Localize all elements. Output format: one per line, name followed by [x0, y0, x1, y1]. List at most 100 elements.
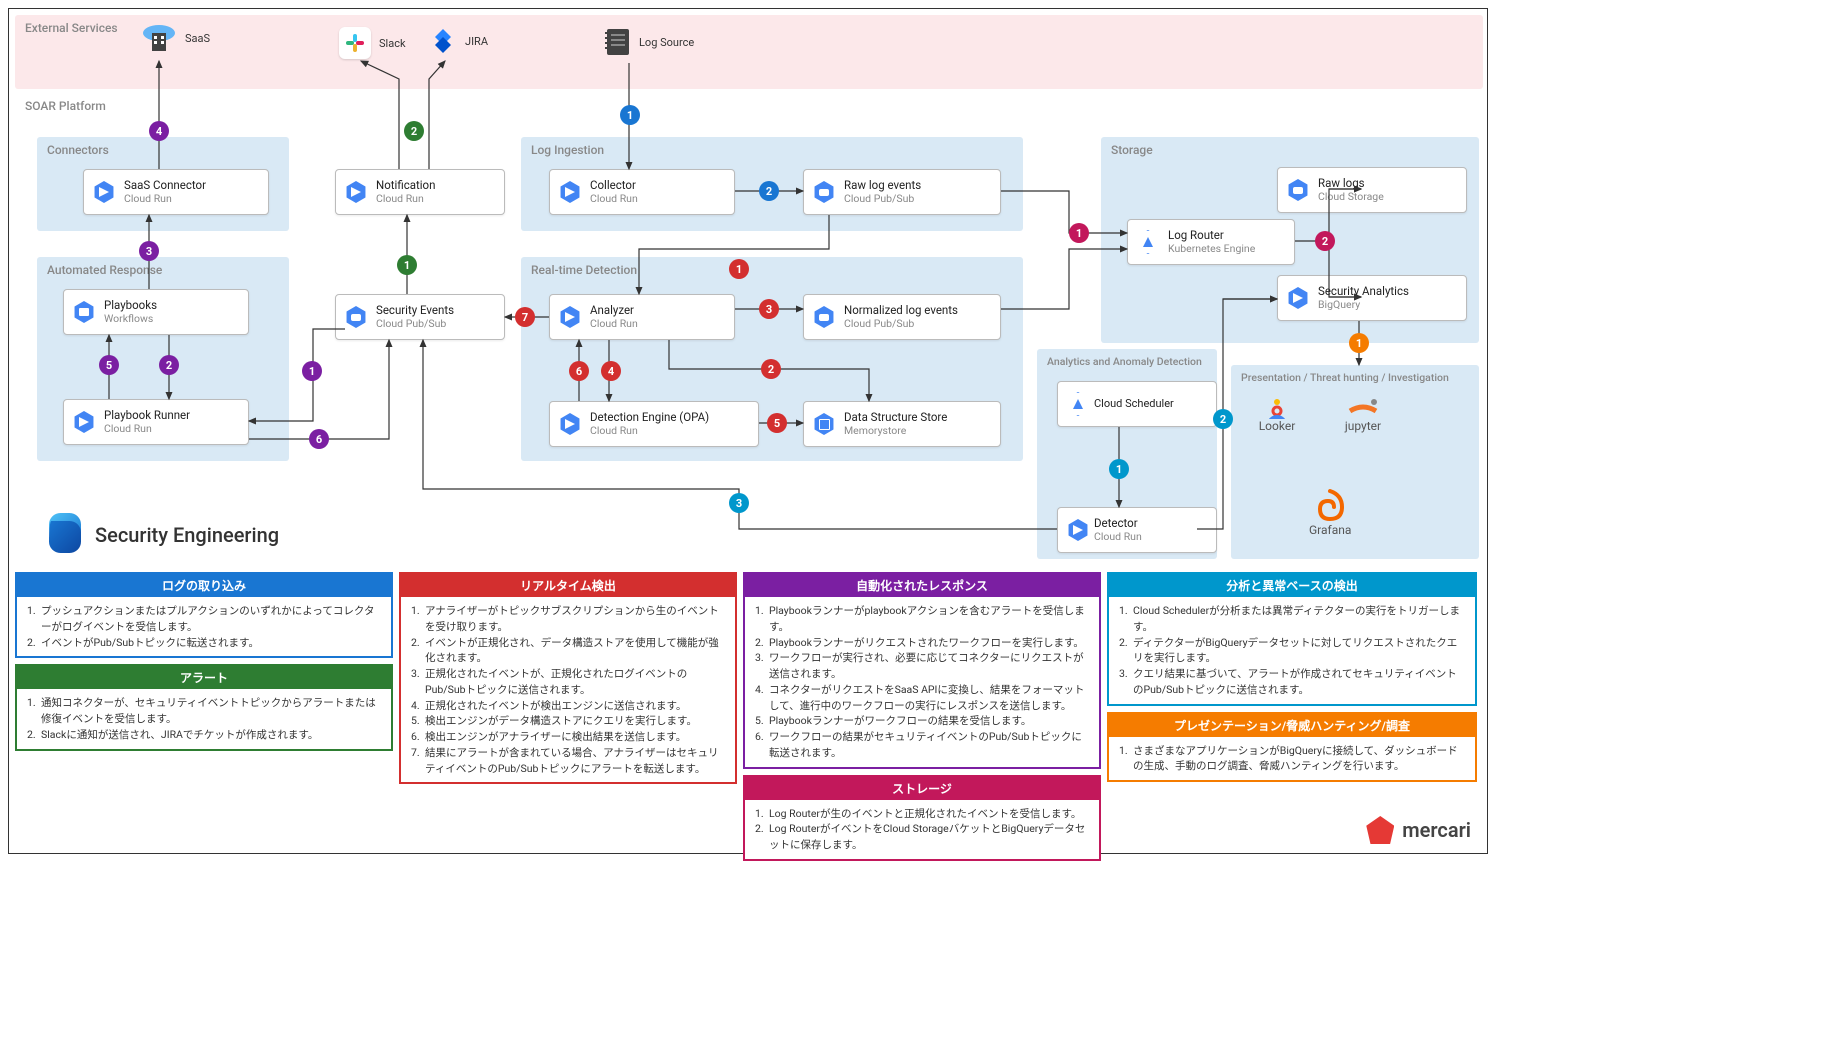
node-subtitle: Kubernetes Engine — [1168, 243, 1284, 256]
badge: 2 — [1213, 409, 1233, 429]
node-subtitle: Cloud Run — [590, 193, 724, 206]
node-subtitle: BigQuery — [1318, 299, 1456, 312]
cloud-run-icon — [559, 306, 581, 328]
presentation-apps-row1: Looker jupyter — [1249, 397, 1391, 433]
legend-item: Log RouterがイベントをCloud StorageバケットとBigQue… — [755, 821, 1089, 853]
badge: 5 — [767, 413, 787, 433]
badge: 2 — [761, 359, 781, 379]
legend-title: ストレージ — [745, 777, 1099, 800]
legend-item: イベントが正規化され、データ構造ストアを使用して機能が強化されます。 — [411, 635, 725, 667]
node-logrouter: Log Router Kubernetes Engine — [1127, 219, 1295, 265]
badge: 4 — [149, 121, 169, 141]
node-analyzer: Analyzer Cloud Run — [549, 294, 735, 340]
legend-title: アラート — [17, 666, 391, 689]
zone-label: Storage — [1111, 143, 1153, 157]
legend-item: コネクターがリクエストをSaaS APIに変換し、結果をフォーマットして、進行中… — [755, 682, 1089, 714]
badge: 7 — [515, 307, 535, 327]
zone-label: External Services — [25, 21, 118, 35]
node-title: SaaS Connector — [124, 179, 258, 193]
badge: 2 — [759, 181, 779, 201]
legend-title: リアルタイム検出 — [401, 574, 735, 597]
badge: 1 — [1069, 223, 1089, 243]
node-subtitle: Memorystore — [844, 425, 990, 438]
badge: 1 — [397, 255, 417, 275]
legend-box: アラート通知コネクターが、セキュリティイベントトピックからアラートまたは修復イベ… — [15, 664, 393, 750]
legend-item: イベントがPub/Subトピックに転送されます。 — [27, 635, 381, 651]
pubsub-icon — [813, 181, 835, 203]
badge: 3 — [139, 241, 159, 261]
node-saas-connector: SaaS Connector Cloud Run — [83, 169, 269, 215]
pubsub-icon — [813, 306, 835, 328]
ext-label: Log Source — [639, 36, 694, 49]
node-subtitle: Cloud Pub/Sub — [844, 318, 990, 331]
workflows-icon — [73, 301, 95, 323]
node-subtitle: Cloud Run — [590, 318, 724, 331]
legend-item: クエリ結果に基づいて、アラートが作成されてセキュリティイベントのPub/Subト… — [1119, 666, 1465, 698]
node-rawlogs: Raw logs Cloud Storage — [1277, 167, 1467, 213]
legend-item: Playbookランナーがワークフローの結果を受信します。 — [755, 713, 1089, 729]
node-bigquery: Security Analytics BigQuery — [1277, 275, 1467, 321]
branding-title: Security Engineering — [95, 523, 279, 547]
zone-label: Real-time Detection — [531, 263, 637, 277]
badge: 3 — [729, 493, 749, 513]
node-title: Notification — [376, 179, 494, 193]
node-title: Normalized log events — [844, 304, 990, 318]
s-logo-icon — [49, 513, 81, 545]
memorystore-icon — [813, 413, 835, 435]
legend-item: 結果にアラートが含まれている場合、アナライザーはセキュリティイベントのPub/S… — [411, 745, 725, 777]
node-detection-engine: Detection Engine (OPA) Cloud Run — [549, 401, 759, 447]
legend-item: プッシュアクションまたはプルアクションのいずれかによってコレクターがログイベント… — [27, 603, 381, 635]
legend-item: Cloud Schedulerが分析または異常ディテクターの実行をトリガーします… — [1119, 603, 1465, 635]
app-looker: Looker — [1249, 397, 1305, 433]
legend-box: プレゼンテーション/脅威ハンティング/調査さまざまなアプリケーションがBigQu… — [1107, 712, 1477, 783]
legend-item: 通知コネクターが、セキュリティイベントトピックからアラートまたは修復イベントを受… — [27, 695, 381, 727]
node-title: Raw log events — [844, 179, 990, 193]
legend-item: ワークフローの結果がセキュリティイベントのPub/Subトピックに転送されます。 — [755, 729, 1089, 761]
storage-icon — [1287, 179, 1309, 201]
node-collector: Collector Cloud Run — [549, 169, 735, 215]
node-subtitle: Cloud Storage — [1318, 191, 1456, 204]
zone-label: Presentation / Threat hunting / Investig… — [1241, 371, 1449, 384]
badge: 4 — [601, 361, 621, 381]
node-title: Collector — [590, 179, 724, 193]
ext-saas: SaaS — [141, 23, 210, 53]
ext-logsource: Log Source — [603, 27, 694, 57]
node-title: Detector — [1094, 517, 1206, 531]
cloud-building-icon — [141, 23, 177, 53]
branding-company: mercari — [1366, 813, 1471, 847]
node-title: Data Structure Store — [844, 411, 990, 425]
node-title: Playbook Runner — [104, 409, 238, 423]
zone-label: Automated Response — [47, 263, 162, 277]
cloud-run-icon — [1067, 519, 1089, 541]
badge: 2 — [159, 355, 179, 375]
jira-icon — [429, 27, 457, 55]
bigquery-icon — [1287, 287, 1309, 309]
legend-item: Log Routerが生のイベントと正規化されたイベントを受信します。 — [755, 806, 1089, 822]
ext-label: Slack — [379, 37, 406, 50]
legend-item: Playbookランナーがリクエストされたワークフローを実行します。 — [755, 635, 1089, 651]
badge: 1 — [729, 259, 749, 279]
node-subtitle: Cloud Pub/Sub — [844, 193, 990, 206]
node-normlog: Normalized log events Cloud Pub/Sub — [803, 294, 1001, 340]
legend-item: 検出エンジンがデータ構造ストアにクエリを実行します。 — [411, 713, 725, 729]
legend-item: ディテクターがBigQueryデータセットに対してリクエストされたクエリを実行し… — [1119, 635, 1465, 667]
mercari-logo-icon — [1366, 816, 1394, 844]
cloud-run-icon — [345, 181, 367, 203]
node-title: Security Analytics — [1318, 285, 1456, 299]
node-subtitle: Cloud Run — [124, 193, 258, 206]
legend-box: 分析と異常ベースの検出Cloud Schedulerが分析または異常ディテクター… — [1107, 572, 1477, 706]
node-title: Log Router — [1168, 229, 1284, 243]
ext-label: JIRA — [465, 35, 488, 48]
app-grafana: Grafana — [1309, 487, 1351, 537]
zone-external: External Services — [15, 15, 1483, 89]
node-title: Raw logs — [1318, 177, 1456, 191]
node-notification: Notification Cloud Run — [335, 169, 505, 215]
legend-box: ログの取り込みプッシュアクションまたはプルアクションのいずれかによってコレクター… — [15, 572, 393, 658]
ext-slack: Slack — [339, 27, 406, 59]
zone-presentation: Presentation / Threat hunting / Investig… — [1231, 365, 1479, 559]
badge: 1 — [302, 361, 322, 381]
legend-item: Slackに通知が送信され、JIRAでチケットが作成されます。 — [27, 727, 381, 743]
company-name: mercari — [1402, 818, 1471, 842]
architecture-diagram: External Services SaaS Slack JIRA Log So… — [8, 8, 1488, 854]
gke-icon — [1136, 230, 1160, 254]
